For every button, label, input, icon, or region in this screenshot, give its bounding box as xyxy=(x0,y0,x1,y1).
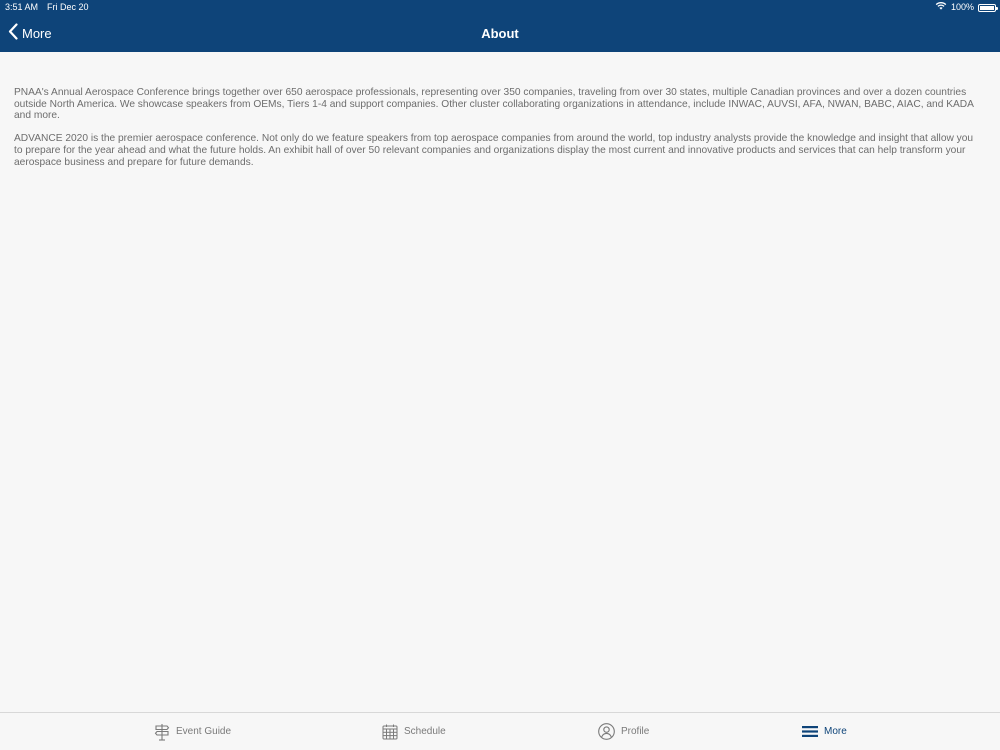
tab-event-guide[interactable]: Event Guide xyxy=(154,713,231,750)
calendar-icon xyxy=(382,724,398,740)
tab-label: Profile xyxy=(621,726,650,737)
about-paragraph: PNAA's Annual Aerospace Conference bring… xyxy=(14,87,974,122)
nav-bar: More About xyxy=(0,15,1000,52)
profile-icon xyxy=(598,723,615,740)
tab-label: More xyxy=(824,726,847,737)
battery-percent: 100% xyxy=(950,2,974,12)
menu-icon xyxy=(802,725,818,738)
tab-schedule[interactable]: Schedule xyxy=(382,713,446,750)
header: 3:51 AM Fri Dec 20 100% More About xyxy=(0,0,1000,52)
tab-profile[interactable]: Profile xyxy=(598,713,649,750)
signpost-icon xyxy=(154,723,170,741)
tab-more[interactable]: More xyxy=(802,713,847,750)
tab-bar: Event Guide Schedule Profile More xyxy=(0,712,1000,750)
battery-fill xyxy=(980,5,994,10)
status-date: Fri Dec 20 xyxy=(47,2,89,12)
tab-label: Schedule xyxy=(404,726,446,737)
about-paragraph: ADVANCE 2020 is the premier aerospace co… xyxy=(14,133,974,168)
tab-label: Event Guide xyxy=(176,726,232,737)
page-title: About xyxy=(481,26,519,41)
status-time: 3:51 AM xyxy=(5,2,39,12)
about-screen: 3:51 AM Fri Dec 20 100% More About PNAA'… xyxy=(0,0,1000,750)
battery-icon xyxy=(978,3,998,12)
about-content: PNAA's Annual Aerospace Conference bring… xyxy=(14,87,984,179)
wifi-icon xyxy=(935,0,947,15)
status-bar: 3:51 AM Fri Dec 20 100% xyxy=(0,0,1000,15)
status-right: 100% xyxy=(935,0,998,15)
